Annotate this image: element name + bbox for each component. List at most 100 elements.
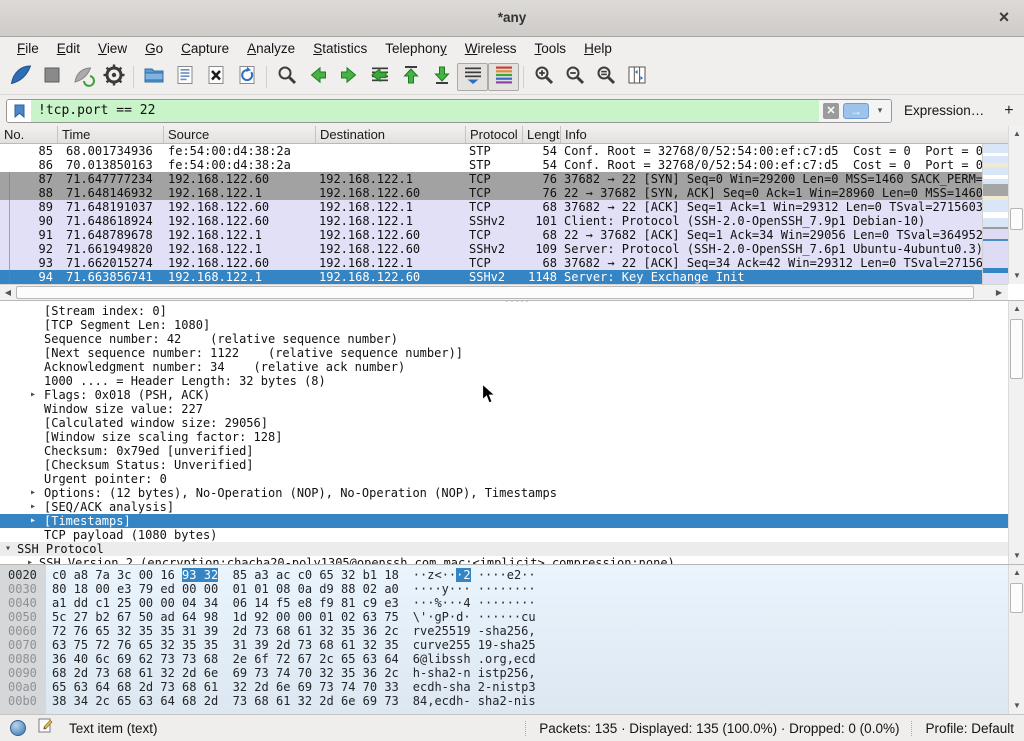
intelligent-scrollbar-minimap[interactable] <box>982 144 1008 284</box>
go-last-packet-button[interactable] <box>426 63 457 91</box>
bookmark-icon[interactable] <box>7 100 32 122</box>
hex-row[interactable]: 0040a1 dd c1 25 00 00 04 34 06 14 f5 e8 … <box>0 596 1008 610</box>
profile-button[interactable]: Profile: Default <box>925 721 1014 736</box>
packet-row[interactable]: 8568.001734936fe:54:00:d4:38:2aSTP54Conf… <box>0 144 982 158</box>
packet-list-vscrollbar[interactable]: ▲ ▼ <box>1008 126 1024 284</box>
menu-capture[interactable]: Capture <box>172 40 238 57</box>
scroll-down-icon[interactable]: ▼ <box>1009 268 1024 284</box>
scroll-down-icon[interactable]: ▼ <box>1009 698 1024 714</box>
packet-row[interactable]: 9171.648789678192.168.122.1192.168.122.6… <box>0 228 982 242</box>
detail-line[interactable]: Acknowledgment number: 34 (relative ack … <box>0 360 1008 374</box>
capture-options-button[interactable] <box>98 63 129 91</box>
hex-row[interactable]: 0020c0 a8 7a 3c 00 16 93 32 85 a3 ac c0 … <box>0 568 1008 582</box>
resize-columns-button[interactable] <box>621 63 652 91</box>
save-file-button[interactable] <box>169 63 200 91</box>
packet-row[interactable]: 9071.648618924192.168.122.60192.168.122.… <box>0 214 982 228</box>
scroll-right-icon[interactable]: ▶ <box>992 286 1006 300</box>
menu-analyze[interactable]: Analyze <box>238 40 304 57</box>
menu-edit[interactable]: Edit <box>48 40 89 57</box>
filter-history-dropdown-icon[interactable]: ▾ <box>873 105 887 116</box>
detail-line[interactable]: Checksum: 0x79ed [unverified] <box>0 444 1008 458</box>
apply-filter-icon[interactable]: → <box>843 103 869 119</box>
find-packet-button[interactable] <box>271 63 302 91</box>
hex-row[interactable]: 008036 40 6c 69 62 73 73 68 2e 6f 72 67 … <box>0 652 1008 666</box>
clear-filter-icon[interactable]: ✕ <box>823 103 839 119</box>
scroll-up-icon[interactable]: ▲ <box>1009 301 1024 317</box>
menu-view[interactable]: View <box>89 40 136 57</box>
bytes-vscrollbar[interactable]: ▲ ▼ <box>1008 565 1024 714</box>
detail-line[interactable]: [Calculated window size: 29056] <box>0 416 1008 430</box>
start-capture-button[interactable] <box>5 63 36 91</box>
hex-row[interactable]: 003080 18 00 e3 79 ed 00 00 01 01 08 0a … <box>0 582 1008 596</box>
expander-open-icon[interactable]: ▾ <box>5 542 11 556</box>
packet-row[interactable]: 8971.648191037192.168.122.60192.168.122.… <box>0 200 982 214</box>
detail-line[interactable]: [Checksum Status: Unverified] <box>0 458 1008 472</box>
detail-line[interactable]: TCP payload (1080 bytes) <box>0 528 1008 542</box>
add-filter-button[interactable]: + <box>1004 102 1013 120</box>
hex-row[interactable]: 009068 2d 73 68 61 32 2d 6e 69 73 74 70 … <box>0 666 1008 680</box>
detail-line[interactable]: ▸SSH Version 2 (encryption:chacha20-poly… <box>0 556 1008 564</box>
packet-row[interactable]: 9371.662015274192.168.122.60192.168.122.… <box>0 256 982 270</box>
detail-line[interactable]: ▸Options: (12 bytes), No-Operation (NOP)… <box>0 486 1008 500</box>
hex-row[interactable]: 00a065 63 64 68 2d 73 68 61 32 2d 6e 69 … <box>0 680 1008 694</box>
column-header[interactable]: Time <box>58 126 164 143</box>
detail-line[interactable]: Window size value: 227 <box>0 402 1008 416</box>
menu-go[interactable]: Go <box>136 40 172 57</box>
detail-line[interactable]: [Stream index: 0] <box>0 304 1008 318</box>
packet-list-hscrollbar[interactable]: ◀ ▶ <box>0 284 1008 300</box>
scroll-left-icon[interactable]: ◀ <box>1 286 15 300</box>
detail-line[interactable]: 1000 .... = Header Length: 32 bytes (8) <box>0 374 1008 388</box>
filter-text[interactable]: !tcp.port == 22 <box>32 100 819 122</box>
go-first-packet-button[interactable] <box>395 63 426 91</box>
menu-statistics[interactable]: Statistics <box>304 40 376 57</box>
detail-line[interactable]: Urgent pointer: 0 <box>0 472 1008 486</box>
column-header[interactable]: Length <box>523 126 561 143</box>
packet-row[interactable]: 8871.648146932192.168.122.1192.168.122.6… <box>0 186 982 200</box>
detail-line[interactable]: [TCP Segment Len: 1080] <box>0 318 1008 332</box>
expander-closed-icon[interactable]: ▸ <box>30 388 36 402</box>
expander-closed-icon[interactable]: ▸ <box>30 514 36 528</box>
stop-capture-button[interactable] <box>36 63 67 91</box>
detail-line[interactable]: Sequence number: 42 (relative sequence n… <box>0 332 1008 346</box>
menu-wireless[interactable]: Wireless <box>456 40 526 57</box>
close-file-button[interactable] <box>200 63 231 91</box>
column-header[interactable]: Info <box>561 126 1008 143</box>
open-file-button[interactable] <box>138 63 169 91</box>
detail-line[interactable]: ▾SSH Protocol <box>0 542 1008 556</box>
column-header[interactable]: No. <box>0 126 58 143</box>
scrollbar-thumb[interactable] <box>1010 208 1023 230</box>
scrollbar-thumb[interactable] <box>16 286 974 299</box>
packet-row[interactable]: 8670.013850163fe:54:00:d4:38:2aSTP54Conf… <box>0 158 982 172</box>
scroll-up-icon[interactable]: ▲ <box>1009 565 1024 581</box>
packet-row[interactable]: 9271.661949820192.168.122.1192.168.122.6… <box>0 242 982 256</box>
detail-line[interactable]: [Window size scaling factor: 128] <box>0 430 1008 444</box>
hex-row[interactable]: 00505c 27 b2 67 50 ad 64 98 1d 92 00 00 … <box>0 610 1008 624</box>
colorize-packets-button[interactable] <box>488 63 519 91</box>
menu-file[interactable]: File <box>8 40 48 57</box>
capture-comment-icon[interactable] <box>38 718 53 738</box>
scroll-down-icon[interactable]: ▼ <box>1009 548 1024 564</box>
go-back-button[interactable] <box>302 63 333 91</box>
zoom-out-button[interactable] <box>559 63 590 91</box>
expander-closed-icon[interactable]: ▸ <box>30 486 36 500</box>
detail-line[interactable]: ▸[SEQ/ACK analysis] <box>0 500 1008 514</box>
go-to-packet-button[interactable] <box>364 63 395 91</box>
expander-closed-icon[interactable]: ▸ <box>30 500 36 514</box>
title-bar[interactable]: *any × <box>0 0 1024 37</box>
packet-row[interactable]: 8771.647777234192.168.122.60192.168.122.… <box>0 172 982 186</box>
scroll-up-icon[interactable]: ▲ <box>1009 126 1024 142</box>
hex-row[interactable]: 006072 76 65 32 35 35 31 39 2d 73 68 61 … <box>0 624 1008 638</box>
pane-splitter-handle[interactable]: ····· <box>488 300 548 303</box>
expert-info-icon[interactable] <box>10 720 26 736</box>
detail-line[interactable]: [Next sequence number: 1122 (relative se… <box>0 346 1008 360</box>
column-header[interactable]: Destination <box>316 126 466 143</box>
column-header[interactable]: Protocol <box>466 126 523 143</box>
menu-tools[interactable]: Tools <box>526 40 576 57</box>
details-vscrollbar[interactable]: ▲ ▼ <box>1008 301 1024 564</box>
close-window-button[interactable]: × <box>993 7 1015 29</box>
auto-scroll-button[interactable] <box>457 63 488 91</box>
zoom-reset-button[interactable] <box>590 63 621 91</box>
pane-splitter-handle[interactable]: ····· <box>488 564 548 567</box>
hex-row[interactable]: 007063 75 72 76 65 32 35 35 31 39 2d 73 … <box>0 638 1008 652</box>
scrollbar-thumb[interactable] <box>1010 319 1023 379</box>
